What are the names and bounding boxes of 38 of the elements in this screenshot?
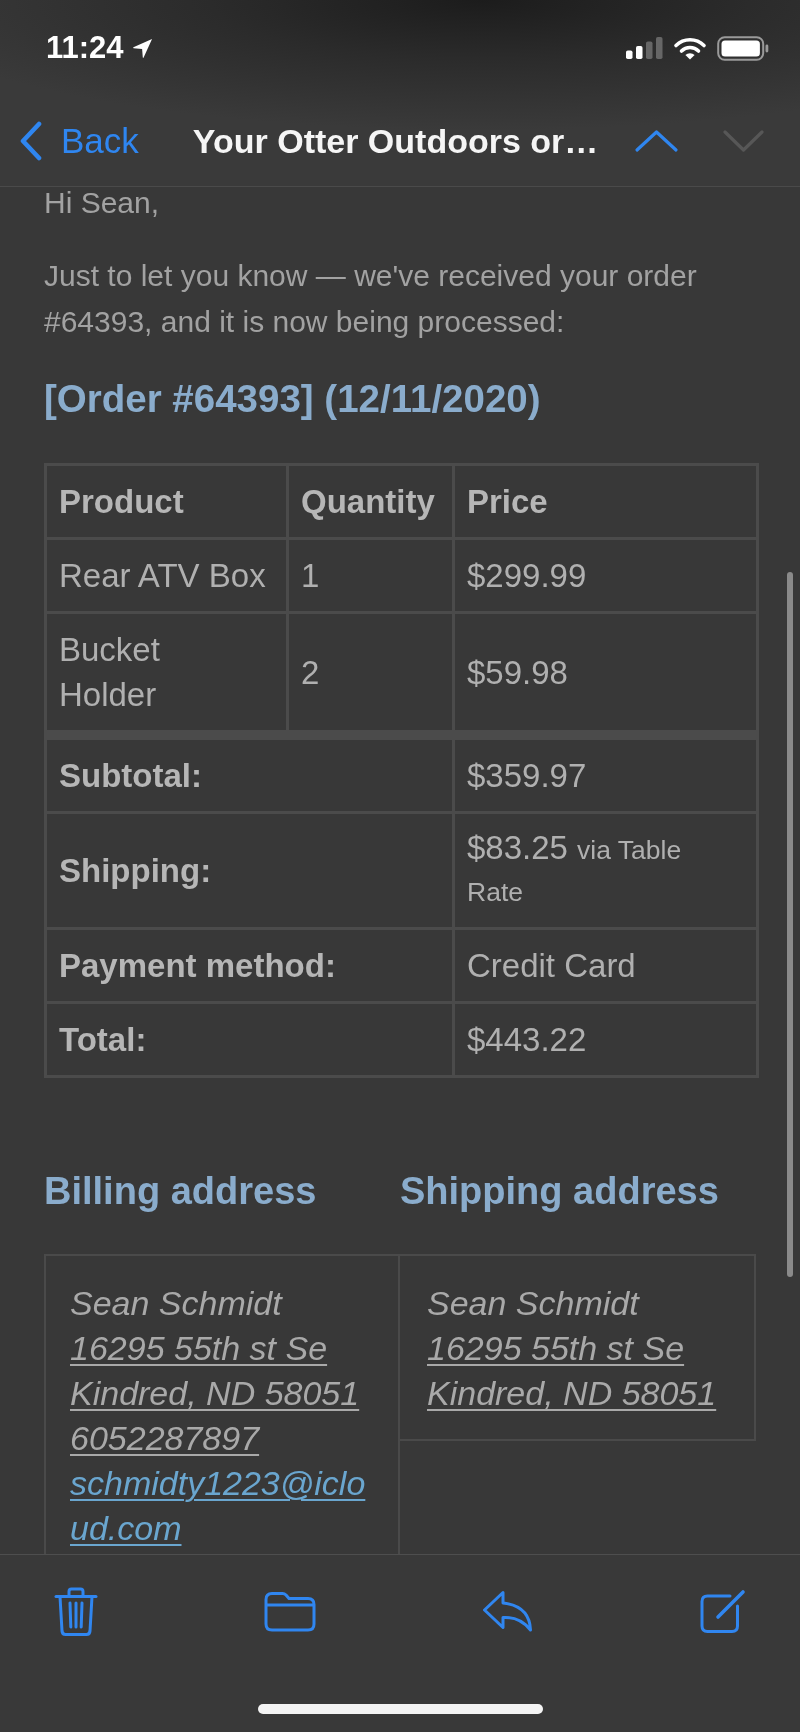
greeting-text: Hi Sean, — [44, 187, 161, 219]
address-heading: Billing address — [44, 1169, 318, 1214]
column-header: Price — [453, 464, 758, 539]
summary-label: Shipping: — [45, 812, 454, 929]
summary-value: $83.25 via Table Rate — [453, 812, 758, 929]
column-header: Quantity — [287, 464, 454, 539]
address-link[interactable]: 16295 55th st Se — [70, 1326, 372, 1371]
status-time: 11:24 — [46, 30, 124, 66]
folder-icon[interactable] — [264, 1590, 316, 1632]
summary-label: Payment method: — [45, 928, 454, 1003]
column-header: Product — [45, 464, 288, 539]
address-heading: Shipping address — [400, 1169, 720, 1214]
email-link[interactable]: schmidty1223@icloud.com — [70, 1461, 372, 1551]
wifi-icon — [673, 36, 707, 60]
reply-icon[interactable] — [482, 1590, 533, 1632]
order-heading: [Order #64393] (12/11/2020) — [44, 376, 542, 422]
email-subject-title: Your Otter Outdoors or… — [192, 121, 599, 162]
address-link[interactable]: Kindred, ND 58051 — [427, 1371, 728, 1416]
summary-value: $443.22 — [453, 1002, 758, 1077]
pencil-square-icon[interactable] — [699, 1588, 746, 1634]
table-cell: 1 — [287, 538, 454, 613]
address-link[interactable]: 16295 55th st Se — [427, 1326, 728, 1371]
customer-name: Sean Schmidt — [427, 1283, 641, 1324]
summary-value: Credit Card — [453, 928, 758, 1003]
trash-icon[interactable] — [54, 1585, 98, 1637]
chevron-up-icon[interactable] — [634, 129, 679, 153]
signal-icon — [626, 37, 663, 59]
chevron-left-icon — [19, 121, 42, 161]
phone-link[interactable]: 6052287897 — [70, 1416, 372, 1461]
table-cell: Rear ATV Box — [45, 538, 288, 613]
back-button[interactable]: Back — [19, 120, 139, 162]
address-link[interactable]: Kindred, ND 58051 — [70, 1371, 372, 1416]
customer-name: Sean Schmidt — [70, 1283, 284, 1324]
location-arrow-icon — [131, 37, 153, 59]
table-cell: $299.99 — [453, 538, 758, 613]
intro-text: Just to let you know — we've received your order #64393, and it is now being processed: — [44, 258, 698, 340]
summary-label: Total: — [45, 1002, 454, 1077]
battery-icon — [717, 35, 769, 61]
